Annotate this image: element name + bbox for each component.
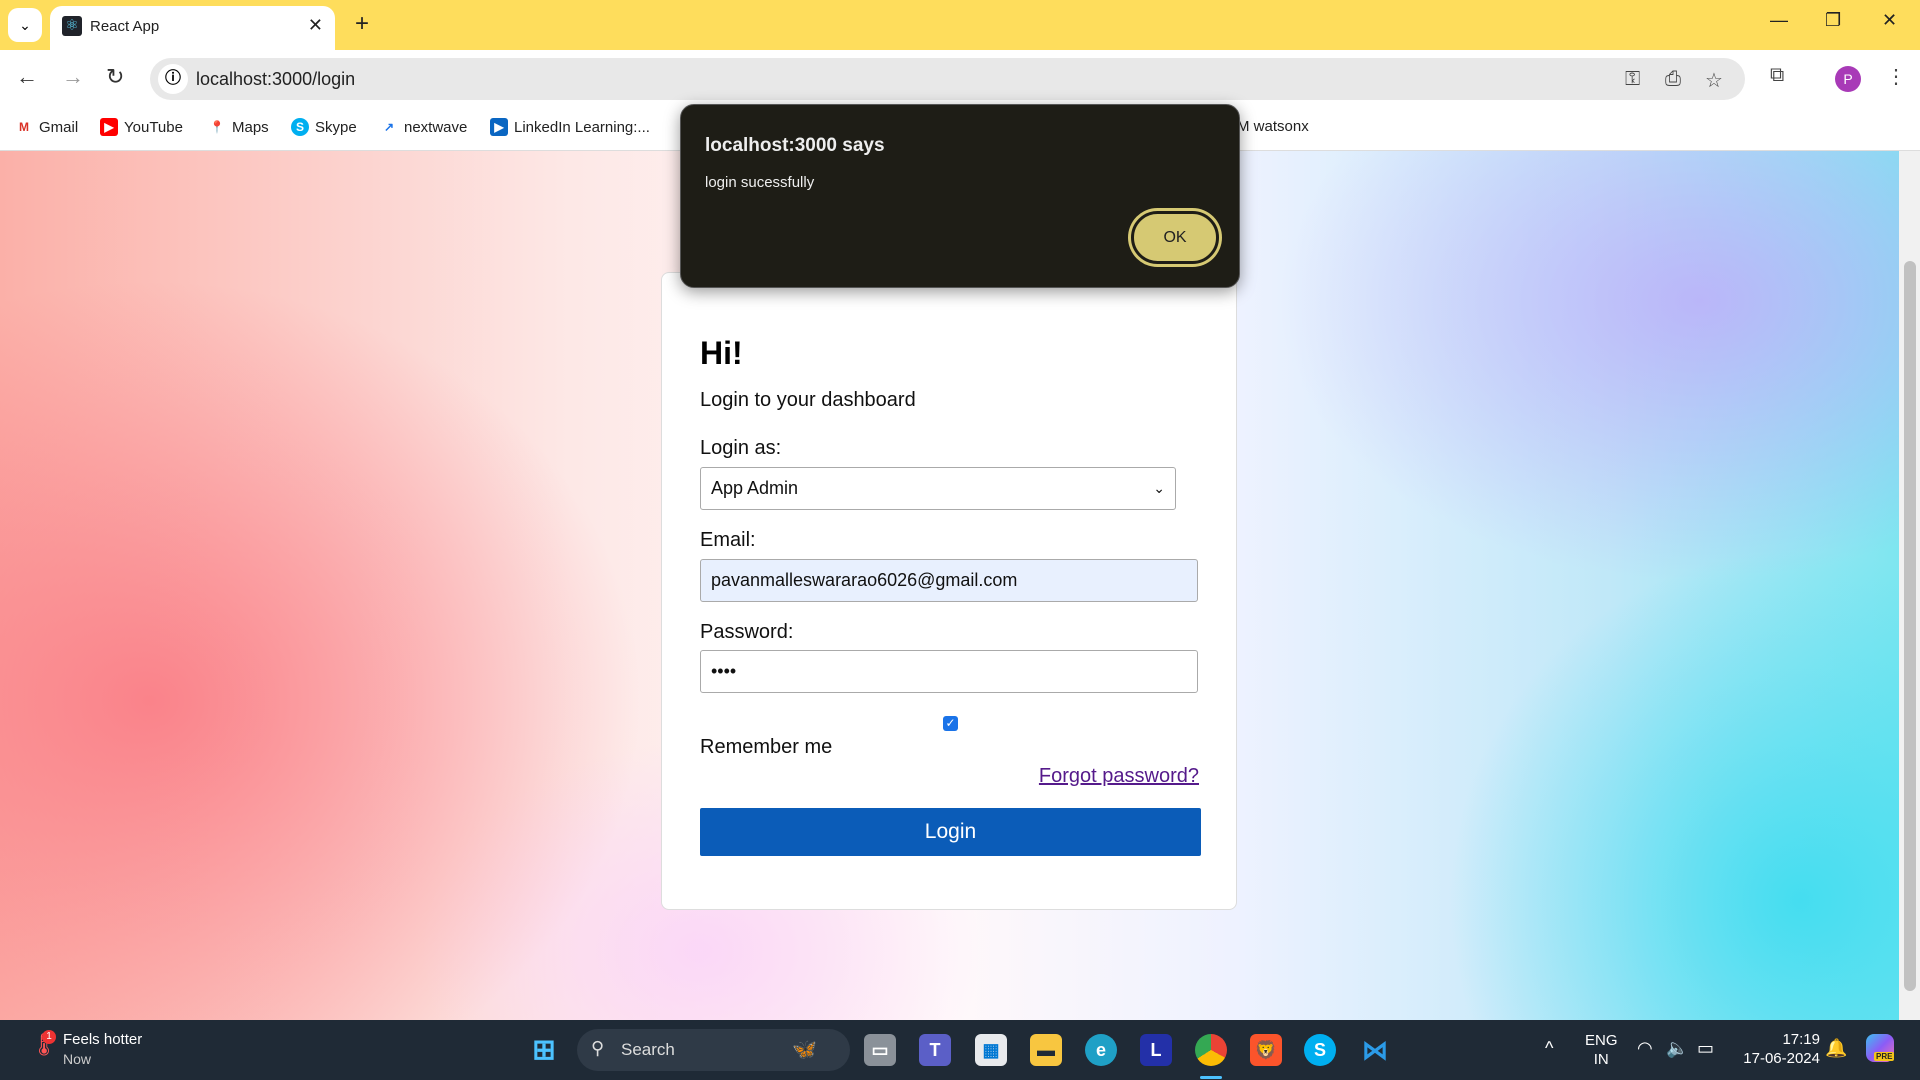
login-card: Hi! Login to your dashboard Login as: Ap… — [661, 272, 1237, 910]
taskbar-search[interactable]: ⚲ Search 🦋 — [577, 1029, 850, 1071]
bookmark-label: Maps — [232, 118, 269, 136]
wifi-icon[interactable]: ◠ — [1637, 1038, 1653, 1059]
brave-icon[interactable]: 🦁 — [1250, 1034, 1282, 1066]
reload-button[interactable]: ↻ — [106, 64, 124, 90]
password-label: Password: — [700, 621, 794, 643]
minimize-button[interactable]: — — [1770, 10, 1788, 31]
bookmark-youtube[interactable]: ▶ YouTube — [100, 118, 183, 136]
install-app-icon[interactable]: ⎙ — [1665, 68, 1681, 91]
copilot-pre-badge: PRE — [1874, 1052, 1895, 1061]
battery-icon[interactable]: ▭ — [1697, 1038, 1714, 1059]
login-subheading: Login to your dashboard — [700, 389, 916, 411]
scrollbar-thumb[interactable] — [1904, 261, 1916, 991]
react-icon: ⚛ — [62, 16, 82, 36]
email-label: Email: — [700, 529, 756, 551]
extensions-icon[interactable]: ⧉ — [1770, 64, 1784, 87]
dialog-title: localhost:3000 says — [705, 135, 885, 156]
browser-toolbar: ← → ↻ ⓘ localhost:3000/login ⚿ ⎙ ☆ ⧉ P ⋮ — [0, 50, 1920, 108]
store-icon[interactable]: ▦ — [975, 1034, 1007, 1066]
bookmark-skype[interactable]: S Skype — [291, 118, 357, 136]
active-app-indicator — [1200, 1076, 1222, 1079]
lang-text: ENG — [1585, 1032, 1618, 1049]
skype-taskbar-icon[interactable]: S — [1304, 1034, 1336, 1066]
tab-react-app[interactable]: ⚛ React App ✕ — [50, 6, 335, 50]
teams-icon[interactable]: T — [919, 1034, 951, 1066]
login-as-value: App Admin — [711, 478, 799, 498]
chevron-down-icon: ⌄ — [1153, 480, 1165, 496]
bookmark-label: LinkedIn Learning:... — [514, 118, 650, 136]
forgot-password-link[interactable]: Forgot password? — [1039, 765, 1199, 788]
login-as-select[interactable]: App Admin ⌄ — [700, 467, 1176, 510]
skype-icon: S — [291, 118, 309, 136]
gmail-icon: M — [15, 118, 33, 136]
show-hidden-icons[interactable]: ^ — [1545, 1038, 1553, 1059]
bookmark-star-icon[interactable]: ☆ — [1705, 68, 1723, 93]
bookmark-label: Gmail — [39, 118, 79, 136]
vscode-icon[interactable]: ⋈ — [1359, 1034, 1391, 1066]
edge-icon[interactable]: e — [1085, 1034, 1117, 1066]
back-button[interactable]: ← — [16, 64, 38, 90]
tab-search-button[interactable]: ⌄ — [8, 8, 42, 42]
ok-button[interactable]: OK — [1131, 211, 1219, 264]
dialog-message: login sucessfully — [705, 174, 815, 191]
password-field[interactable]: •••• — [700, 650, 1198, 693]
login-button[interactable]: Login — [700, 808, 1201, 856]
profile-avatar[interactable]: P — [1835, 66, 1861, 92]
login-heading: Hi! — [700, 335, 743, 371]
date-text: 17-06-2024 — [1743, 1050, 1820, 1067]
chrome-icon[interactable] — [1195, 1034, 1227, 1066]
restore-button[interactable]: ❐ — [1825, 10, 1841, 31]
copilot-icon[interactable]: PRE — [1866, 1034, 1895, 1062]
address-bar[interactable]: ⓘ localhost:3000/login ⚿ ⎙ ☆ — [150, 58, 1745, 100]
bookmark-label: nextwave — [404, 118, 468, 136]
bookmark-maps[interactable]: 📍 Maps — [208, 118, 269, 136]
maps-pin-icon: 📍 — [208, 118, 226, 136]
bookmark-label: M watsonx — [1237, 118, 1309, 135]
bookmark-watsonx[interactable]: M watsonx — [1237, 118, 1309, 135]
taskbar: 🌡 1 Feels hotter Now ⊞ ⚲ Search 🦋 ▭ T ▦ … — [0, 1020, 1920, 1080]
bookmark-label: Skype — [315, 118, 357, 136]
l-app-icon[interactable]: L — [1140, 1034, 1172, 1066]
url-text[interactable]: localhost:3000/login — [196, 69, 355, 90]
clock[interactable]: 17:19 17-06-2024 — [1738, 1030, 1820, 1068]
remember-me-checkbox[interactable]: ✓ — [943, 716, 958, 731]
youtube-icon: ▶ — [100, 118, 118, 136]
time-text: 17:19 — [1782, 1031, 1820, 1048]
linkedin-learning-icon: ▶ — [490, 118, 508, 136]
bookmark-label: YouTube — [124, 118, 183, 136]
search-label: Search — [621, 1040, 675, 1059]
weather-widget[interactable]: 🌡 1 — [26, 1030, 58, 1068]
region-text: IN — [1593, 1051, 1609, 1068]
search-icon: ⚲ — [591, 1038, 605, 1058]
close-window-button[interactable]: ✕ — [1882, 10, 1897, 31]
weather-title: Feels hotter — [63, 1031, 143, 1048]
new-tab-button[interactable]: + — [355, 10, 369, 38]
nextwave-icon: ↗ — [380, 118, 398, 136]
weather-subtitle: Now — [63, 1051, 92, 1067]
volume-icon[interactable]: 🔈 — [1666, 1038, 1688, 1059]
forward-button[interactable]: → — [62, 64, 84, 90]
search-highlight-icon: 🦋 — [792, 1039, 817, 1061]
alert-dialog: localhost:3000 says login sucessfully OK — [680, 104, 1240, 288]
remember-me-label: Remember me — [700, 736, 833, 758]
bookmark-nextwave[interactable]: ↗ nextwave — [380, 118, 467, 136]
task-view-icon[interactable]: ▭ — [864, 1034, 896, 1066]
bookmark-linkedin-learning[interactable]: ▶ LinkedIn Learning:... — [490, 118, 650, 136]
login-as-label: Login as: — [700, 437, 782, 459]
email-field[interactable]: pavanmalleswararao6026@gmail.com — [700, 559, 1198, 602]
site-info-icon[interactable]: ⓘ — [158, 64, 188, 94]
weather-badge: 1 — [42, 1030, 56, 1044]
tab-bar: ⌄ ⚛ React App ✕ + — ❐ ✕ — [0, 0, 1920, 50]
notification-bell-icon[interactable]: 🔔 — [1825, 1038, 1847, 1059]
close-tab-icon[interactable]: ✕ — [308, 15, 323, 36]
scrollbar[interactable] — [1899, 151, 1920, 1020]
menu-icon[interactable]: ⋮ — [1886, 64, 1906, 89]
language-indicator[interactable]: ENG IN — [1585, 1031, 1618, 1069]
file-explorer-icon[interactable]: ▬ — [1030, 1034, 1062, 1066]
bookmark-gmail[interactable]: M Gmail — [15, 118, 78, 136]
password-key-icon[interactable]: ⚿ — [1625, 68, 1640, 91]
tab-title: React App — [90, 18, 160, 35]
windows-start-icon[interactable]: ⊞ — [528, 1034, 560, 1066]
